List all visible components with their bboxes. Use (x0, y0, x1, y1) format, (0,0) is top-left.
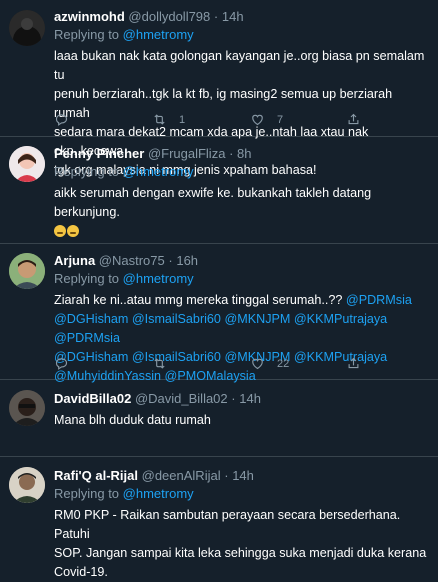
retweet-icon (152, 112, 167, 127)
tweet-text: aikk serumah dengan exwife ke. bukankah … (54, 184, 430, 241)
action-bar: 1 7 (54, 112, 354, 130)
reply-icon (54, 112, 69, 127)
replying-to: Replying to @hmetromy (54, 486, 194, 501)
retweet-button[interactable] (152, 356, 179, 371)
avatar[interactable] (9, 10, 45, 46)
reply-button[interactable] (54, 356, 81, 371)
mention-links[interactable]: @DGHisham @IsmailSabri60 @MKNJPM @KKMPut… (54, 310, 430, 348)
timestamp[interactable]: 14h (222, 9, 244, 24)
avatar[interactable] (9, 390, 45, 426)
action-bar: 22 (54, 356, 354, 374)
share-button[interactable] (346, 356, 373, 371)
replying-to: Replying to @hmetromy (54, 164, 194, 179)
user-handle[interactable]: @FrugalFliza (148, 146, 226, 161)
tweet-text: Mana blh duduk datu rumah (54, 413, 211, 427)
avatar[interactable] (9, 253, 45, 289)
share-button[interactable] (346, 112, 373, 127)
tweet-header: DavidBilla02 @David_Billa02 · 14h (54, 390, 430, 407)
like-count: 22 (277, 357, 290, 370)
like-icon (250, 356, 265, 371)
separator-dot: · (168, 253, 173, 268)
separator-dot: · (229, 146, 234, 161)
mention-link[interactable]: @PDRMsia (346, 293, 412, 307)
tweet-header: Arjuna @Nastro75 · 16h (54, 252, 430, 269)
display-name[interactable]: azwinmohd (54, 9, 125, 24)
like-button[interactable]: 22 (250, 356, 289, 371)
tweet-item[interactable]: Rafi'Q al-Rijal @deenAlRijal · 14h Reply… (0, 457, 438, 579)
separator-dot: · (213, 9, 219, 24)
reply-mention-link[interactable]: @hmetromy (123, 486, 194, 501)
share-icon (346, 112, 361, 127)
retweet-button[interactable]: 1 (152, 112, 185, 127)
reply-mention-link[interactable]: @hmetromy (123, 27, 194, 42)
tweet-header: Penny Pincher @FrugalFliza · 8h (54, 145, 430, 162)
tweet-item[interactable]: Penny Pincher @FrugalFliza · 8h Replying… (0, 137, 438, 244)
like-button[interactable]: 7 (250, 112, 283, 127)
separator-dot: · (231, 391, 236, 406)
timestamp[interactable]: 16h (176, 253, 198, 268)
display-name[interactable]: DavidBilla02 (54, 391, 131, 406)
crying-face-emoji-icon (67, 225, 79, 237)
tweet-item[interactable]: Arjuna @Nastro75 · 16h Replying to @hmet… (0, 244, 438, 383)
reply-icon (54, 356, 69, 371)
user-handle[interactable]: @deenAlRijal (142, 468, 221, 483)
retweet-count: 1 (179, 113, 186, 126)
replying-to: Replying to @hmetromy (54, 27, 194, 42)
share-icon (346, 356, 361, 371)
timestamp[interactable]: 14h (239, 391, 261, 406)
display-name[interactable]: Rafi'Q al-Rijal (54, 468, 138, 483)
avatar[interactable] (9, 467, 45, 503)
tweet-item[interactable]: azwinmohd @dollydoll798 · 14h Replying t… (0, 0, 438, 177)
reply-button[interactable] (54, 112, 81, 127)
reply-mention-link[interactable]: @hmetromy (123, 164, 194, 179)
display-name[interactable]: Arjuna (54, 253, 95, 268)
like-icon (250, 112, 265, 127)
separator-dot: · (224, 468, 229, 483)
user-handle[interactable]: @Nastro75 (99, 253, 165, 268)
retweet-icon (152, 356, 167, 371)
display-name[interactable]: Penny Pincher (54, 146, 144, 161)
tweet-item[interactable]: DavidBilla02 @David_Billa02 · 14h Mana b… (0, 380, 438, 457)
tweet-header: azwinmohd @dollydoll798 · 14h (54, 8, 430, 25)
avatar[interactable] (9, 146, 45, 182)
user-handle[interactable]: @David_Billa02 (135, 391, 228, 406)
like-count: 7 (277, 113, 284, 126)
replying-to: Replying to @hmetromy (54, 271, 194, 286)
user-handle[interactable]: @dollydoll798 (128, 9, 210, 24)
timestamp[interactable]: 14h (232, 468, 254, 483)
timestamp[interactable]: 8h (237, 146, 251, 161)
reply-mention-link[interactable]: @hmetromy (123, 271, 194, 286)
tweet-header: Rafi'Q al-Rijal @deenAlRijal · 14h (54, 467, 430, 484)
crying-face-emoji-icon (54, 225, 66, 237)
